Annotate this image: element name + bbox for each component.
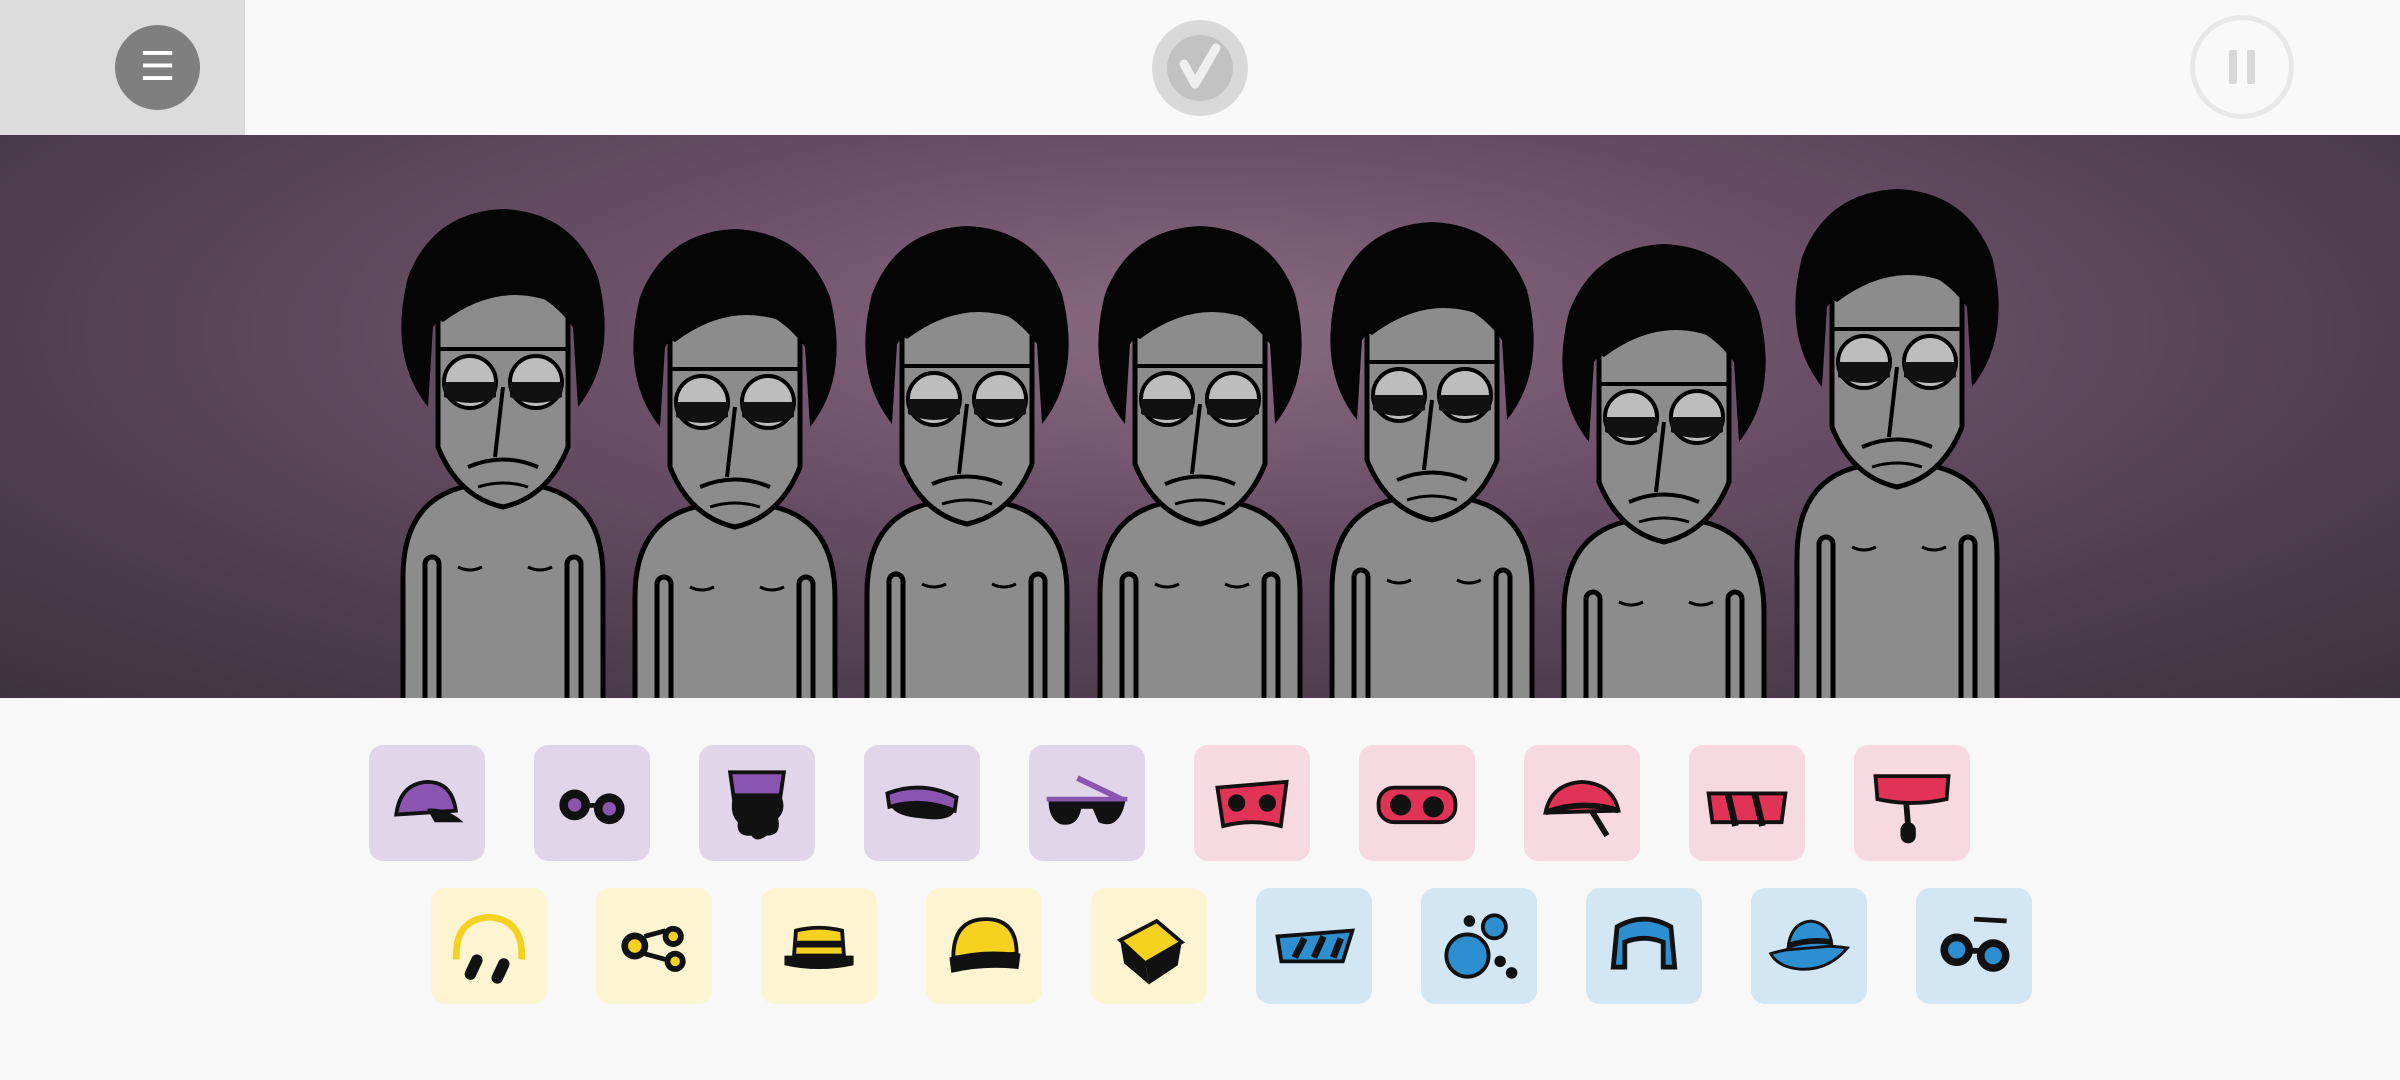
pause-button[interactable] xyxy=(2190,15,2294,119)
sound-button-beanie[interactable] xyxy=(926,888,1042,1004)
sound-button-headband-mic[interactable] xyxy=(1854,745,1970,861)
sound-button-fedora[interactable] xyxy=(1751,888,1867,1004)
character-4[interactable] xyxy=(1098,226,1301,698)
goggles-icon xyxy=(559,789,625,825)
character-2[interactable] xyxy=(633,229,836,698)
sound-button-bandana[interactable] xyxy=(1524,745,1640,861)
sound-button-hair[interactable] xyxy=(699,745,815,861)
bubbles-icon xyxy=(1444,913,1518,979)
sound-button-boater-hat[interactable] xyxy=(761,888,877,1004)
sound-button-hood[interactable] xyxy=(1586,888,1702,1004)
pause-icon xyxy=(2224,50,2260,84)
visor-icon xyxy=(885,785,959,820)
menu-area: ☰ xyxy=(0,0,245,135)
sound-button-visor[interactable] xyxy=(864,745,980,861)
striped-visor-icon xyxy=(1275,928,1356,964)
character-5[interactable] xyxy=(1330,222,1533,698)
sound-button-bubbles[interactable] xyxy=(1421,888,1537,1004)
sound-button-goggles[interactable] xyxy=(534,745,650,861)
cap-icon xyxy=(394,779,464,823)
sound-button-scarf[interactable] xyxy=(1689,745,1805,861)
stage xyxy=(0,135,2400,698)
sound-button-sunglasses[interactable] xyxy=(1029,745,1145,861)
sound-button-glasses[interactable] xyxy=(1359,745,1475,861)
sound-button-headphones[interactable] xyxy=(431,888,547,1004)
binoculars-icon xyxy=(621,925,686,972)
hood-icon xyxy=(1610,916,1678,970)
headband-mic-icon xyxy=(1873,774,1951,844)
menu-button[interactable]: ☰ xyxy=(115,25,200,110)
menu-icon: ☰ xyxy=(139,44,176,90)
headphones-icon xyxy=(452,913,526,984)
sound-button-binoculars[interactable] xyxy=(596,888,712,1004)
hair-icon xyxy=(727,770,787,840)
beanie-icon xyxy=(949,917,1021,973)
bandana-icon xyxy=(1543,779,1621,838)
character-6[interactable] xyxy=(1562,244,1765,698)
character-7[interactable] xyxy=(1795,189,1998,698)
sound-button-mask[interactable] xyxy=(1194,745,1310,861)
scarf-icon xyxy=(1706,791,1788,827)
cube-icon xyxy=(1116,918,1185,985)
sound-button-striped-visor[interactable] xyxy=(1256,888,1372,1004)
mask-icon xyxy=(1215,779,1289,829)
logo-button[interactable] xyxy=(1152,20,1248,116)
fedora-icon xyxy=(1768,919,1851,971)
sound-button-cube[interactable] xyxy=(1091,888,1207,1004)
top-bar: ☰ xyxy=(0,0,2400,135)
sound-tray xyxy=(0,698,2400,1080)
sound-button-round-goggles[interactable] xyxy=(1916,888,2032,1004)
round-goggles-icon xyxy=(1940,916,2010,972)
character-1[interactable] xyxy=(401,209,604,698)
sound-button-cap[interactable] xyxy=(369,745,485,861)
glasses-icon xyxy=(1376,785,1458,825)
boater-hat-icon xyxy=(784,925,854,970)
character-3[interactable] xyxy=(865,226,1068,698)
sunglasses-icon xyxy=(1046,775,1128,825)
incredibox-logo-icon xyxy=(1167,35,1233,101)
characters-layer xyxy=(0,135,2400,698)
